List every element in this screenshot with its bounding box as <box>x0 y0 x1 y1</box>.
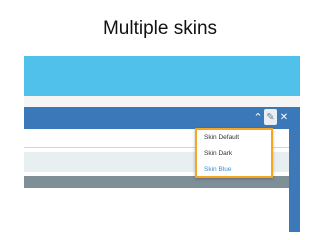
pencil-icon[interactable]: ✎ <box>264 111 277 125</box>
app-screenshot: ⌃ ✎ ✕ Skin Default Skin Dark Skin Blue <box>24 56 300 232</box>
skin-dropdown-menu: Skin Default Skin Dark Skin Blue <box>195 128 273 178</box>
close-icon[interactable]: ✕ <box>279 111 289 125</box>
top-banner <box>24 56 300 96</box>
menu-item-skin-dark[interactable]: Skin Dark <box>204 150 232 157</box>
menu-item-skin-default[interactable]: Skin Default <box>204 134 239 141</box>
slide-title: Multiple skins <box>102 18 218 39</box>
banner-gap <box>24 96 300 107</box>
menu-item-skin-blue[interactable]: Skin Blue <box>204 166 231 173</box>
collapse-icon[interactable]: ⌃ <box>253 111 263 125</box>
